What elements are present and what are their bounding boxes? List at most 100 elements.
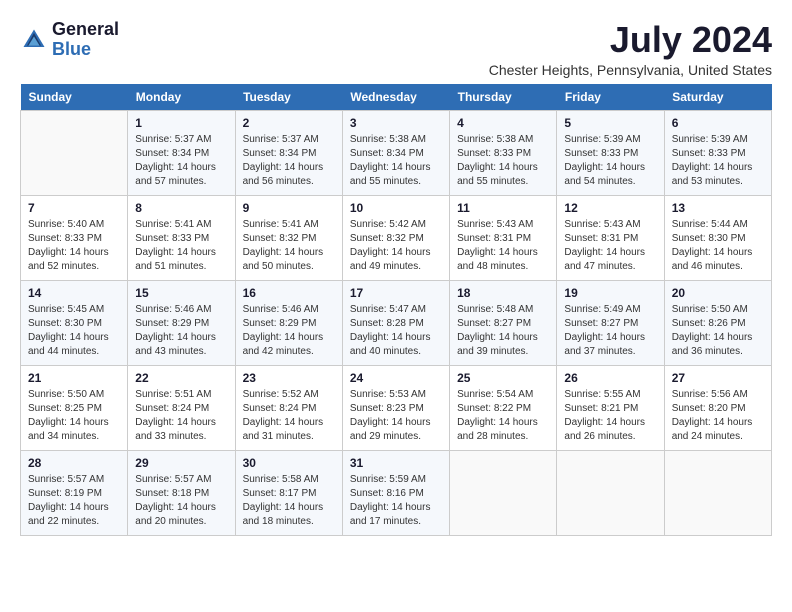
day-info: Sunrise: 5:46 AM Sunset: 8:29 PM Dayligh… (243, 303, 335, 359)
day-cell: 28 Sunrise: 5:57 AM Sunset: 8:19 PM Dayli… (21, 450, 128, 535)
day-cell: 2 Sunrise: 5:37 AM Sunset: 8:34 PM Daylig… (235, 110, 342, 195)
logo-line1: General (52, 20, 119, 40)
day-info: Sunrise: 5:41 AM Sunset: 8:33 PM Dayligh… (135, 218, 227, 274)
day-info: Sunrise: 5:50 AM Sunset: 8:26 PM Dayligh… (672, 303, 764, 359)
day-number: 18 (457, 286, 549, 300)
day-cell: 25 Sunrise: 5:54 AM Sunset: 8:22 PM Dayli… (450, 365, 557, 450)
day-cell: 9 Sunrise: 5:41 AM Sunset: 8:32 PM Daylig… (235, 195, 342, 280)
day-info: Sunrise: 5:46 AM Sunset: 8:29 PM Dayligh… (135, 303, 227, 359)
day-number: 7 (28, 201, 120, 215)
day-cell: 31 Sunrise: 5:59 AM Sunset: 8:16 PM Dayli… (342, 450, 449, 535)
day-header-saturday: Saturday (664, 84, 771, 111)
day-number: 12 (564, 201, 656, 215)
day-cell: 1 Sunrise: 5:37 AM Sunset: 8:34 PM Daylig… (128, 110, 235, 195)
page-header: General Blue July 2024 Chester Heights, … (20, 20, 772, 78)
day-cell: 17 Sunrise: 5:47 AM Sunset: 8:28 PM Dayli… (342, 280, 449, 365)
day-header-friday: Friday (557, 84, 664, 111)
day-header-tuesday: Tuesday (235, 84, 342, 111)
day-info: Sunrise: 5:51 AM Sunset: 8:24 PM Dayligh… (135, 388, 227, 444)
day-cell: 27 Sunrise: 5:56 AM Sunset: 8:20 PM Dayli… (664, 365, 771, 450)
day-info: Sunrise: 5:59 AM Sunset: 8:16 PM Dayligh… (350, 473, 442, 529)
day-cell: 15Sunrise: 5:46 AM Sunset: 8:29 PM Dayli… (128, 280, 235, 365)
day-info: Sunrise: 5:38 AM Sunset: 8:33 PM Dayligh… (457, 133, 549, 189)
week-row-5: 28 Sunrise: 5:57 AM Sunset: 8:19 PM Dayli… (21, 450, 772, 535)
day-number: 27 (672, 371, 764, 385)
title-block: July 2024 Chester Heights, Pennsylvania,… (489, 20, 772, 78)
day-cell: 13 Sunrise: 5:44 AM Sunset: 8:30 PM Dayli… (664, 195, 771, 280)
day-info: Sunrise: 5:37 AM Sunset: 8:34 PM Dayligh… (243, 133, 335, 189)
day-info: Sunrise: 5:37 AM Sunset: 8:34 PM Dayligh… (135, 133, 227, 189)
day-number: 2 (243, 116, 335, 130)
day-cell: 22 Sunrise: 5:51 AM Sunset: 8:24 PM Dayli… (128, 365, 235, 450)
day-cell (557, 450, 664, 535)
day-number: 23 (243, 371, 335, 385)
day-number: 30 (243, 456, 335, 470)
day-info: Sunrise: 5:58 AM Sunset: 8:17 PM Dayligh… (243, 473, 335, 529)
day-number: 24 (350, 371, 442, 385)
day-cell (664, 450, 771, 535)
day-cell: 30 Sunrise: 5:58 AM Sunset: 8:17 PM Dayli… (235, 450, 342, 535)
day-cell: 11 Sunrise: 5:43 AM Sunset: 8:31 PM Dayli… (450, 195, 557, 280)
day-info: Sunrise: 5:53 AM Sunset: 8:23 PM Dayligh… (350, 388, 442, 444)
day-number: 6 (672, 116, 764, 130)
day-info: Sunrise: 5:48 AM Sunset: 8:27 PM Dayligh… (457, 303, 549, 359)
day-number: 20 (672, 286, 764, 300)
day-info: Sunrise: 5:42 AM Sunset: 8:32 PM Dayligh… (350, 218, 442, 274)
calendar-body: 1 Sunrise: 5:37 AM Sunset: 8:34 PM Daylig… (21, 110, 772, 535)
day-info: Sunrise: 5:54 AM Sunset: 8:22 PM Dayligh… (457, 388, 549, 444)
day-header-monday: Monday (128, 84, 235, 111)
day-cell: 3Sunrise: 5:38 AM Sunset: 8:34 PM Daylig… (342, 110, 449, 195)
day-cell: 4 Sunrise: 5:38 AM Sunset: 8:33 PM Daylig… (450, 110, 557, 195)
day-info: Sunrise: 5:57 AM Sunset: 8:19 PM Dayligh… (28, 473, 120, 529)
day-number: 9 (243, 201, 335, 215)
day-info: Sunrise: 5:44 AM Sunset: 8:30 PM Dayligh… (672, 218, 764, 274)
day-info: Sunrise: 5:45 AM Sunset: 8:30 PM Dayligh… (28, 303, 120, 359)
day-number: 4 (457, 116, 549, 130)
day-info: Sunrise: 5:49 AM Sunset: 8:27 PM Dayligh… (564, 303, 656, 359)
day-info: Sunrise: 5:57 AM Sunset: 8:18 PM Dayligh… (135, 473, 227, 529)
day-number: 11 (457, 201, 549, 215)
day-cell: 24 Sunrise: 5:53 AM Sunset: 8:23 PM Dayli… (342, 365, 449, 450)
day-cell: 21 Sunrise: 5:50 AM Sunset: 8:25 PM Dayli… (21, 365, 128, 450)
day-number: 19 (564, 286, 656, 300)
day-info: Sunrise: 5:43 AM Sunset: 8:31 PM Dayligh… (457, 218, 549, 274)
day-header-wednesday: Wednesday (342, 84, 449, 111)
day-header-thursday: Thursday (450, 84, 557, 111)
day-cell (450, 450, 557, 535)
day-number: 17 (350, 286, 442, 300)
day-info: Sunrise: 5:50 AM Sunset: 8:25 PM Dayligh… (28, 388, 120, 444)
day-cell: 18 Sunrise: 5:48 AM Sunset: 8:27 PM Dayli… (450, 280, 557, 365)
day-cell: 7Sunrise: 5:40 AM Sunset: 8:33 PM Daylig… (21, 195, 128, 280)
day-info: Sunrise: 5:56 AM Sunset: 8:20 PM Dayligh… (672, 388, 764, 444)
day-cell: 19 Sunrise: 5:49 AM Sunset: 8:27 PM Dayli… (557, 280, 664, 365)
day-number: 21 (28, 371, 120, 385)
day-number: 16 (243, 286, 335, 300)
day-number: 28 (28, 456, 120, 470)
day-info: Sunrise: 5:52 AM Sunset: 8:24 PM Dayligh… (243, 388, 335, 444)
day-number: 13 (672, 201, 764, 215)
day-number: 8 (135, 201, 227, 215)
day-cell: 26Sunrise: 5:55 AM Sunset: 8:21 PM Dayli… (557, 365, 664, 450)
day-number: 25 (457, 371, 549, 385)
day-cell: 6Sunrise: 5:39 AM Sunset: 8:33 PM Daylig… (664, 110, 771, 195)
week-row-3: 14Sunrise: 5:45 AM Sunset: 8:30 PM Dayli… (21, 280, 772, 365)
day-cell: 29Sunrise: 5:57 AM Sunset: 8:18 PM Dayli… (128, 450, 235, 535)
day-cell: 10 Sunrise: 5:42 AM Sunset: 8:32 PM Dayli… (342, 195, 449, 280)
day-cell: 8 Sunrise: 5:41 AM Sunset: 8:33 PM Daylig… (128, 195, 235, 280)
day-cell: 5Sunrise: 5:39 AM Sunset: 8:33 PM Daylig… (557, 110, 664, 195)
day-header-sunday: Sunday (21, 84, 128, 111)
day-number: 1 (135, 116, 227, 130)
day-number: 10 (350, 201, 442, 215)
day-number: 22 (135, 371, 227, 385)
month-title: July 2024 (489, 20, 772, 60)
day-cell: 20 Sunrise: 5:50 AM Sunset: 8:26 PM Dayli… (664, 280, 771, 365)
day-info: Sunrise: 5:38 AM Sunset: 8:34 PM Dayligh… (350, 133, 442, 189)
day-cell (21, 110, 128, 195)
day-info: Sunrise: 5:41 AM Sunset: 8:32 PM Dayligh… (243, 218, 335, 274)
day-number: 31 (350, 456, 442, 470)
week-row-1: 1 Sunrise: 5:37 AM Sunset: 8:34 PM Daylig… (21, 110, 772, 195)
day-info: Sunrise: 5:39 AM Sunset: 8:33 PM Dayligh… (564, 133, 656, 189)
day-info: Sunrise: 5:47 AM Sunset: 8:28 PM Dayligh… (350, 303, 442, 359)
day-info: Sunrise: 5:55 AM Sunset: 8:21 PM Dayligh… (564, 388, 656, 444)
location-title: Chester Heights, Pennsylvania, United St… (489, 62, 772, 78)
